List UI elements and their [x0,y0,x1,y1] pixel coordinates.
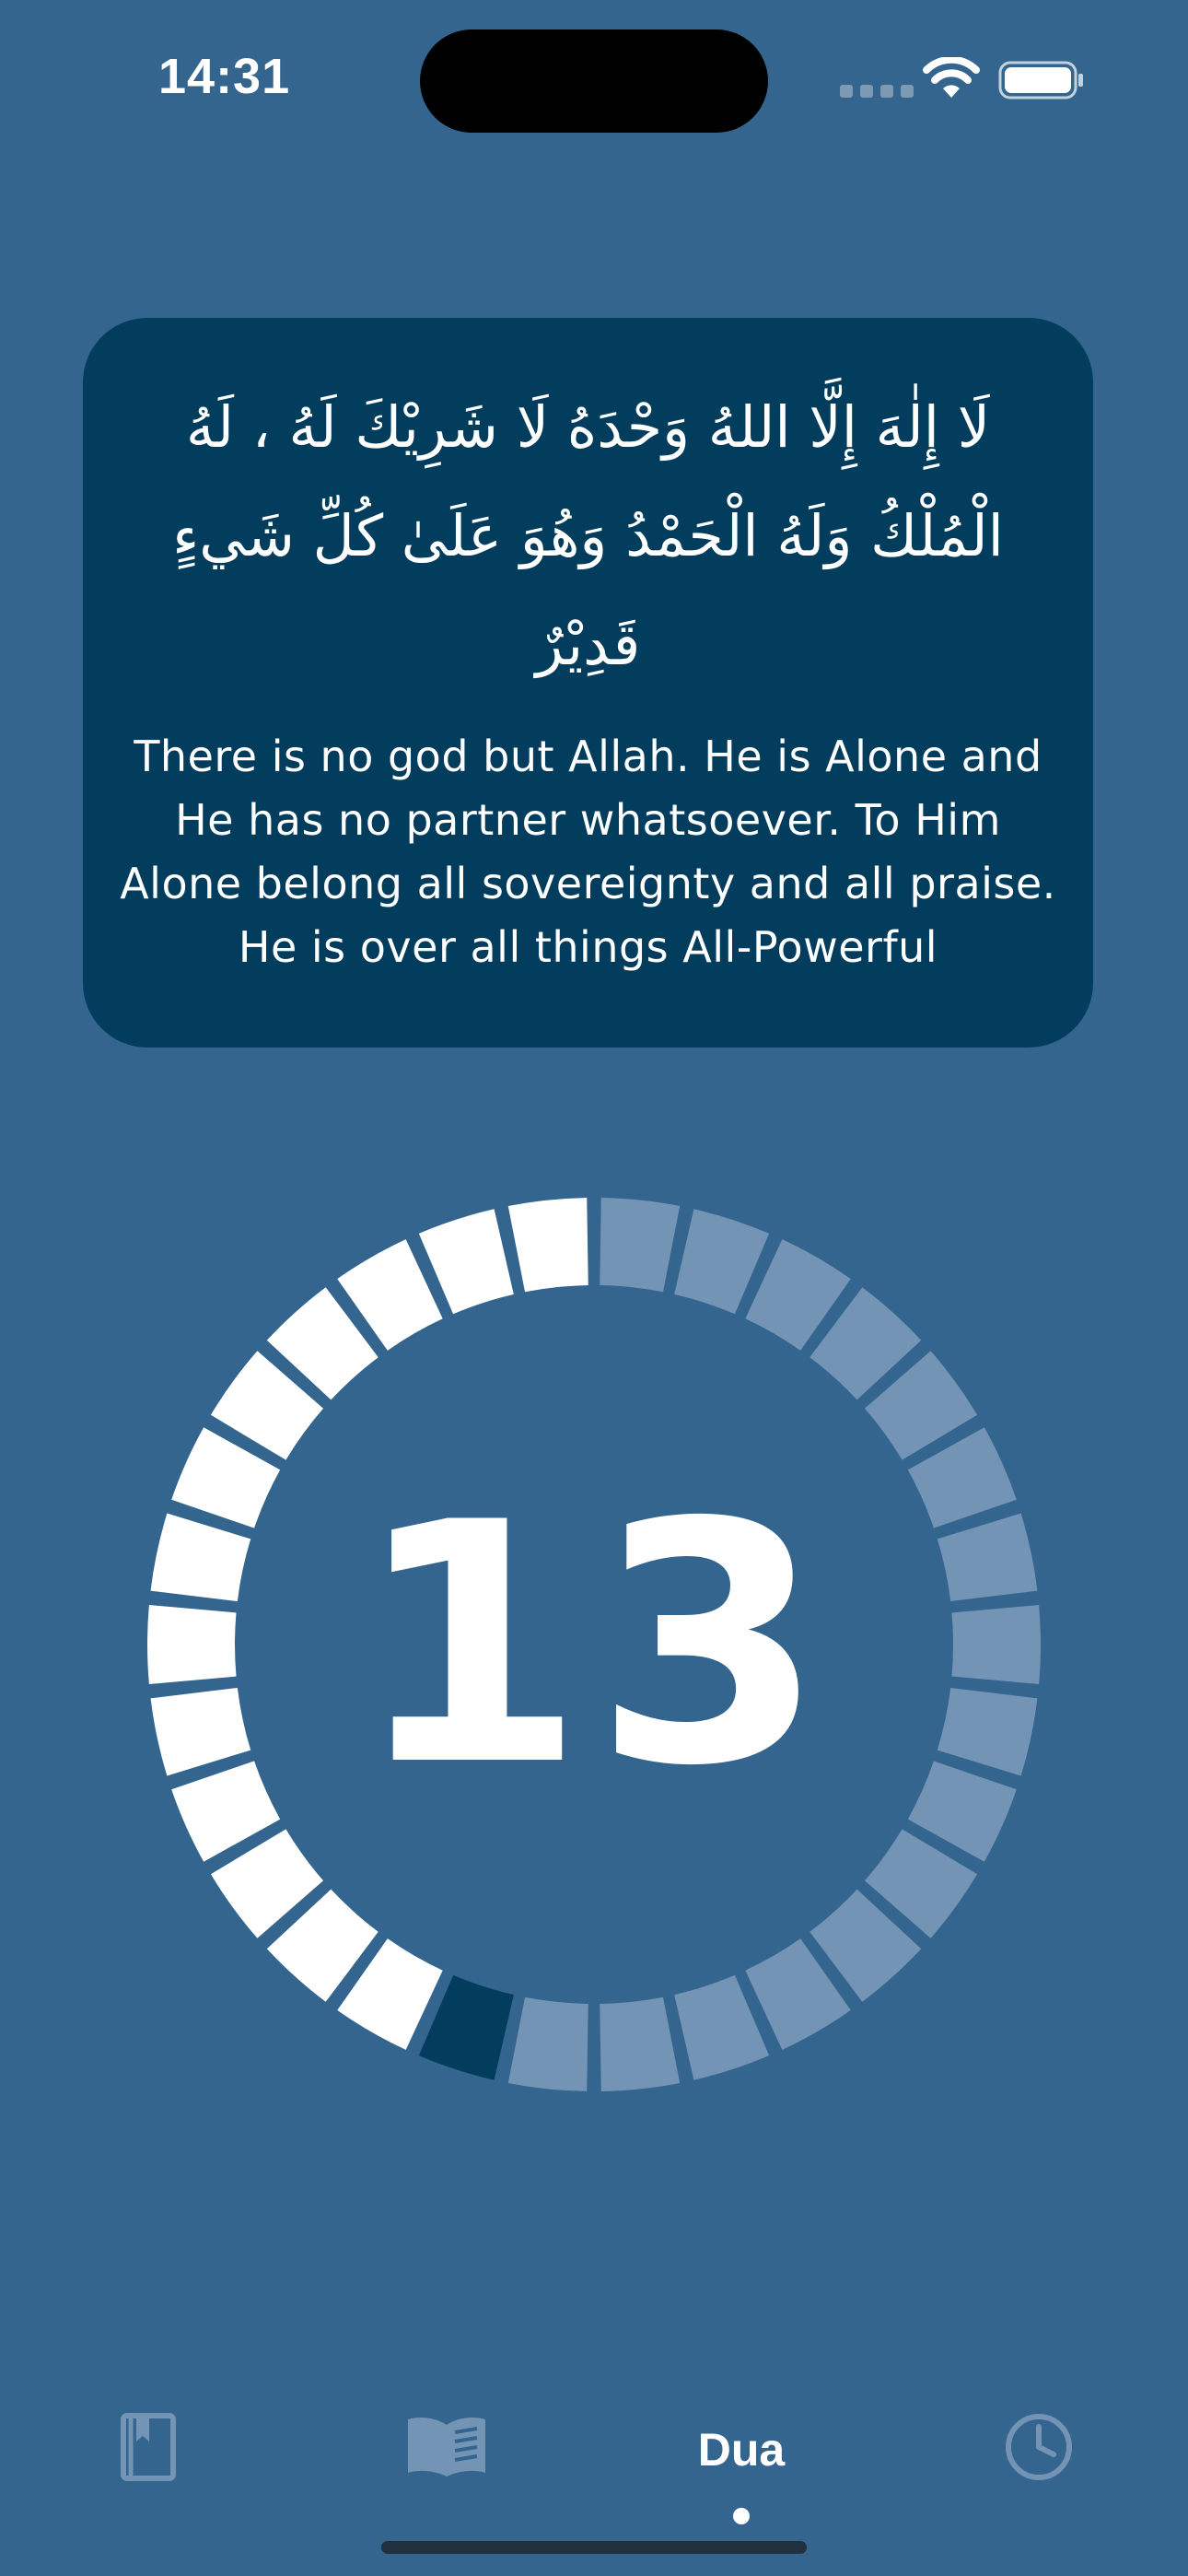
wifi-icon [923,57,980,98]
dynamic-island [420,29,768,133]
dua-translation-text: There is no god but Allah. He is Alone a… [120,732,1056,972]
status-time: 14:31 [158,49,291,104]
tasbih-counter[interactable]: 13 [134,1184,1054,2105]
bookmark-book-icon[interactable] [120,2412,177,2482]
dua-arabic-text: لَا إِلٰهَ إِلَّا اللهُ وَحْدَهُ لَا شَر… [172,393,1004,678]
dua-card: لَا إِلٰهَ إِلَّا اللهُ وَحْدَهُ لَا شَر… [83,318,1093,1048]
counter-value: 13 [354,1451,834,1838]
status-bar: 14:31 [0,0,1188,157]
active-tab-indicator [733,2508,750,2524]
cellular-signal-icon [840,85,914,98]
tab-dua[interactable]: Dua [663,2423,820,2476]
open-book-icon[interactable] [405,2414,488,2478]
battery-icon [998,61,1083,100]
home-indicator [381,2541,807,2554]
clock-icon[interactable] [1004,2412,1074,2482]
